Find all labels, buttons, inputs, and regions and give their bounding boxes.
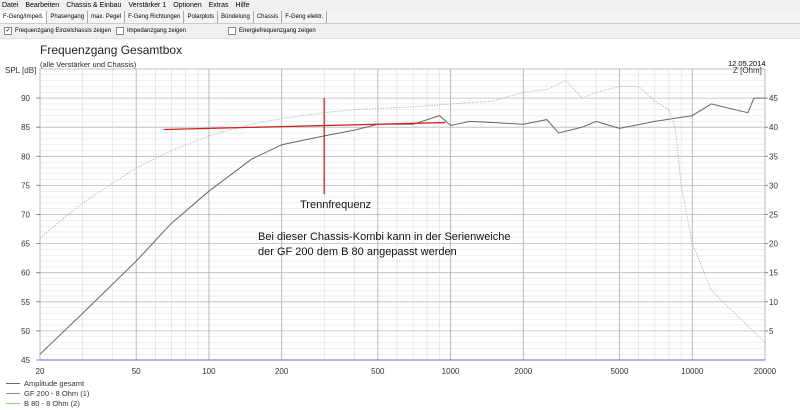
legend: Amplitude gesamt GF 200 - 8 Ohm (1) B 80… <box>6 378 89 408</box>
legend-label: B 80 - 8 Ohm (2) <box>24 398 80 408</box>
note-line: Bei dieser Chassis-Kombi kann in der Ser… <box>258 231 511 243</box>
y-tick-label: 90 <box>21 94 30 103</box>
legend-label: Amplitude gesamt <box>24 378 85 388</box>
y-axis-label: SPL [dB] <box>5 66 36 75</box>
y-tick-label: 75 <box>21 181 30 190</box>
y2-tick-label: 15 <box>769 269 778 278</box>
y-tick-label: 80 <box>21 152 30 161</box>
x-tick-label: 20 <box>36 367 45 376</box>
legend-item: Amplitude gesamt <box>6 378 89 388</box>
note-text: Bei dieser Chassis-Kombi kann in der Ser… <box>258 230 558 260</box>
y2-axis-label: Z [Ohm] <box>733 66 762 75</box>
y-tick-label: 60 <box>21 269 30 278</box>
y-tick-label: 65 <box>21 240 30 249</box>
x-tick-label: 200 <box>275 367 289 376</box>
y2-tick-label: 10 <box>769 298 778 307</box>
x-tick-label: 1000 <box>442 367 460 376</box>
y-tick-label: 50 <box>21 327 30 336</box>
x-tick-label: 10000 <box>681 367 704 376</box>
y2-tick-label: 30 <box>769 181 778 190</box>
x-tick-label: 2000 <box>514 367 532 376</box>
x-tick-label: 5000 <box>611 367 629 376</box>
x-tick-label: 500 <box>371 367 385 376</box>
series-line-3 <box>39 80 766 343</box>
y-tick-label: 85 <box>21 123 30 132</box>
legend-item: GF 200 - 8 Ohm (1) <box>6 388 89 398</box>
x-tick-label: 50 <box>132 367 141 376</box>
y-tick-label: 70 <box>21 211 30 220</box>
x-tick-label: 20000 <box>754 367 777 376</box>
y2-tick-label: 25 <box>769 211 778 220</box>
y2-tick-label: 45 <box>769 94 778 103</box>
x-tick-label: 100 <box>202 367 216 376</box>
y2-tick-label: 5 <box>769 327 774 336</box>
y2-tick-label: 35 <box>769 152 778 161</box>
legend-label: GF 200 - 8 Ohm (1) <box>24 388 90 398</box>
legend-item: B 80 - 8 Ohm (2) <box>6 398 89 408</box>
y2-tick-label: 20 <box>769 240 778 249</box>
note-line: der GF 200 dem B 80 angepasst werden <box>258 246 457 258</box>
y-tick-label: 45 <box>21 356 30 365</box>
y2-tick-label: 40 <box>769 123 778 132</box>
y-tick-label: 55 <box>21 298 30 307</box>
red-marker-line <box>163 121 446 131</box>
crossover-label: Trennfrequenz <box>300 199 372 211</box>
frequency-chart: 20 50 100 200 500 1000 2000 5000 10000 20000 45 50 5… <box>5 66 778 376</box>
